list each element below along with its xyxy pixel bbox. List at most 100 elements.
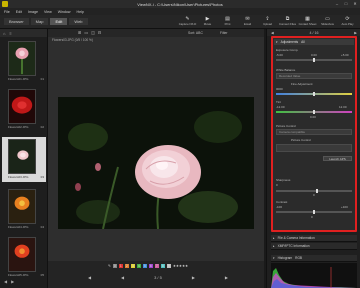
image-filename: Flowers03.JPG (0/5 / 100 %) [52, 38, 93, 42]
auto-play-button[interactable]: ⟳ Auto Play [339, 16, 356, 28]
contrast-thumb[interactable] [313, 210, 315, 214]
xmp-iptc-info-section[interactable]: ▸ XMP/IPTC Information [271, 243, 357, 250]
exposure-comp-label: Exposure Comp. [276, 48, 299, 52]
image-navigation: ◀ ◀ 3 / 5 ▶ ▶ [88, 275, 228, 280]
print-button[interactable]: ▤ Print [219, 16, 236, 28]
exposure-slider[interactable] [276, 58, 352, 62]
histogram-section[interactable]: ▾ Histogram RGB [271, 255, 357, 262]
histogram-chart [271, 263, 357, 288]
maximize-button[interactable]: □ [343, 1, 349, 6]
label-4[interactable]: 4 [136, 264, 141, 268]
panel-next-icon[interactable]: ▶ [354, 31, 357, 35]
label-7[interactable]: 7 [154, 264, 159, 268]
viewer-header: ⊞ ▭ ◫ ⊟ Sort: ABC Filter [48, 29, 264, 37]
split-view-icon[interactable]: ◫ [91, 30, 95, 35]
next-image-icon[interactable]: ▶ [192, 275, 195, 280]
tab-edit[interactable]: Edit [50, 18, 68, 25]
main-photo [58, 97, 254, 229]
thumbnail-image [8, 189, 36, 224]
rating-stars[interactable]: ★★★★★ [173, 264, 188, 268]
collapse-icon[interactable]: ▾ [276, 40, 278, 44]
contrast-value: 0 [311, 215, 313, 219]
label-1[interactable]: 1 [118, 264, 123, 268]
menu-help[interactable]: Help [77, 10, 84, 14]
fine-adjustment-label: Fine Adjustment [291, 82, 313, 86]
movie-button[interactable]: ▶ Movie [199, 16, 216, 28]
minimize-button[interactable]: – [334, 1, 340, 6]
close-button[interactable]: ✕ [352, 1, 358, 6]
thumbnail-item[interactable]: Flowers05.JPG 05 [2, 235, 46, 280]
menu-image[interactable]: Image [28, 10, 38, 14]
window-title: ViewNX-i - C:\Users\Nikon\User\Pictures\… [137, 1, 223, 7]
tab-web[interactable]: Web [69, 18, 88, 25]
sharpness-thumb[interactable] [316, 189, 318, 193]
home-icon[interactable]: ⌂ [3, 31, 5, 36]
fine-adjustment-slider[interactable] [276, 92, 352, 96]
last-image-icon[interactable]: ▶ [225, 275, 228, 280]
picture-control-select[interactable] [276, 144, 352, 152]
label-0[interactable]: 0 [112, 264, 117, 268]
thumbnail-item[interactable]: Flowers04.JPG 04 [2, 187, 46, 232]
contrast-max: +100 [341, 205, 348, 209]
exposure-slider-thumb[interactable] [313, 58, 315, 62]
slideshow-button[interactable]: ▭ Slideshow [319, 16, 336, 28]
tint-slider[interactable] [276, 110, 352, 114]
menu-window[interactable]: Window [58, 10, 71, 14]
filter-dropdown[interactable]: Filter [220, 31, 228, 35]
label-9[interactable]: 9 [166, 264, 171, 268]
tint-value: 0.00 [310, 115, 316, 119]
label-6[interactable]: 6 [148, 264, 153, 268]
panel-prev-icon[interactable]: ◀ [271, 31, 274, 35]
contrast-slider[interactable] [276, 210, 352, 214]
thumbnail-item-selected[interactable]: Flowers03.JPG 03 [2, 137, 46, 182]
label-3[interactable]: 3 [130, 264, 135, 268]
tint-label: Tint [276, 100, 281, 104]
edit-icon[interactable]: ✎ [108, 264, 111, 268]
expand-icon: ▸ [273, 236, 275, 240]
viewer-bottom-bar: ✎ 0 1 2 3 4 5 6 7 8 9 ★★★★★ ◀ ◀ 3 / 5 ▶ … [48, 261, 264, 288]
scroll-right-icon[interactable]: ▶ [11, 279, 14, 284]
menu-file[interactable]: File [4, 10, 10, 14]
capture-nx-d-button[interactable]: ✎ Capture NX-D [179, 16, 197, 28]
launch-aps-button[interactable]: Launch APS [323, 156, 352, 161]
white-balance-dropdown[interactable]: Recorded Value [276, 73, 352, 79]
label-2[interactable]: 2 [124, 264, 129, 268]
fine-adjustment-thumb[interactable] [313, 92, 315, 96]
label-8[interactable]: 8 [160, 264, 165, 268]
email-button[interactable]: ✉ Email [239, 16, 256, 28]
exposure-value: 0.00 [311, 53, 317, 57]
contact-sheet-button[interactable]: ▦ Contact Sheet [299, 16, 317, 28]
scroll-left-icon[interactable]: ◀ [4, 279, 7, 284]
file-camera-info-section[interactable]: ▸ File & Camera Information [271, 235, 357, 242]
sharpness-scale: 0 [276, 183, 278, 187]
first-image-icon[interactable]: ◀ [88, 275, 91, 280]
filmstrip-panel: ⌂ ≡ Flowers01.JPG 01 Flowers02.JPG 02 Fl… [0, 29, 48, 288]
label-rating-bar: ✎ 0 1 2 3 4 5 6 7 8 9 ★★★★★ [108, 264, 188, 268]
grid-view-icon[interactable]: ⊞ [78, 30, 81, 35]
panel-counter: 4 / 16 [309, 30, 319, 35]
thumbnail-image [8, 41, 36, 76]
thumbnail-item[interactable]: Flowers01.JPG 01 [2, 39, 46, 84]
white-balance-label: White Balance [276, 68, 296, 72]
picture-control-dropdown[interactable]: Camera compatible [276, 129, 352, 135]
compare-view-icon[interactable]: ⊟ [98, 30, 101, 35]
title-bar: ViewNX-i - C:\Users\Nikon\User\Pictures\… [0, 0, 360, 8]
connect-files-button[interactable]: ⧉ Connect Files [279, 16, 296, 28]
tint-thumb[interactable] [313, 110, 315, 114]
sharpness-value: 0 [313, 193, 315, 197]
sort-dropdown[interactable]: Sort: ABC [188, 31, 203, 35]
sharpness-slider[interactable] [276, 189, 352, 193]
menu-icon[interactable]: ≡ [9, 31, 11, 36]
tab-browser[interactable]: Browser [4, 18, 29, 25]
histogram-channel-dropdown[interactable]: RGB [295, 256, 302, 260]
thumbnail-item[interactable]: Flowers02.JPG 02 [2, 87, 46, 132]
preset-dropdown[interactable]: All [301, 40, 305, 44]
menu-edit[interactable]: Edit [16, 10, 22, 14]
tab-map[interactable]: Map [30, 18, 49, 25]
single-view-icon[interactable]: ▭ [84, 30, 88, 35]
menu-view[interactable]: View [44, 10, 52, 14]
upload-button[interactable]: ⇪ Upload [259, 16, 276, 28]
label-5[interactable]: 5 [142, 264, 147, 268]
picture-control-sub-label: Picture Control [291, 138, 311, 142]
prev-image-icon[interactable]: ◀ [121, 275, 124, 280]
